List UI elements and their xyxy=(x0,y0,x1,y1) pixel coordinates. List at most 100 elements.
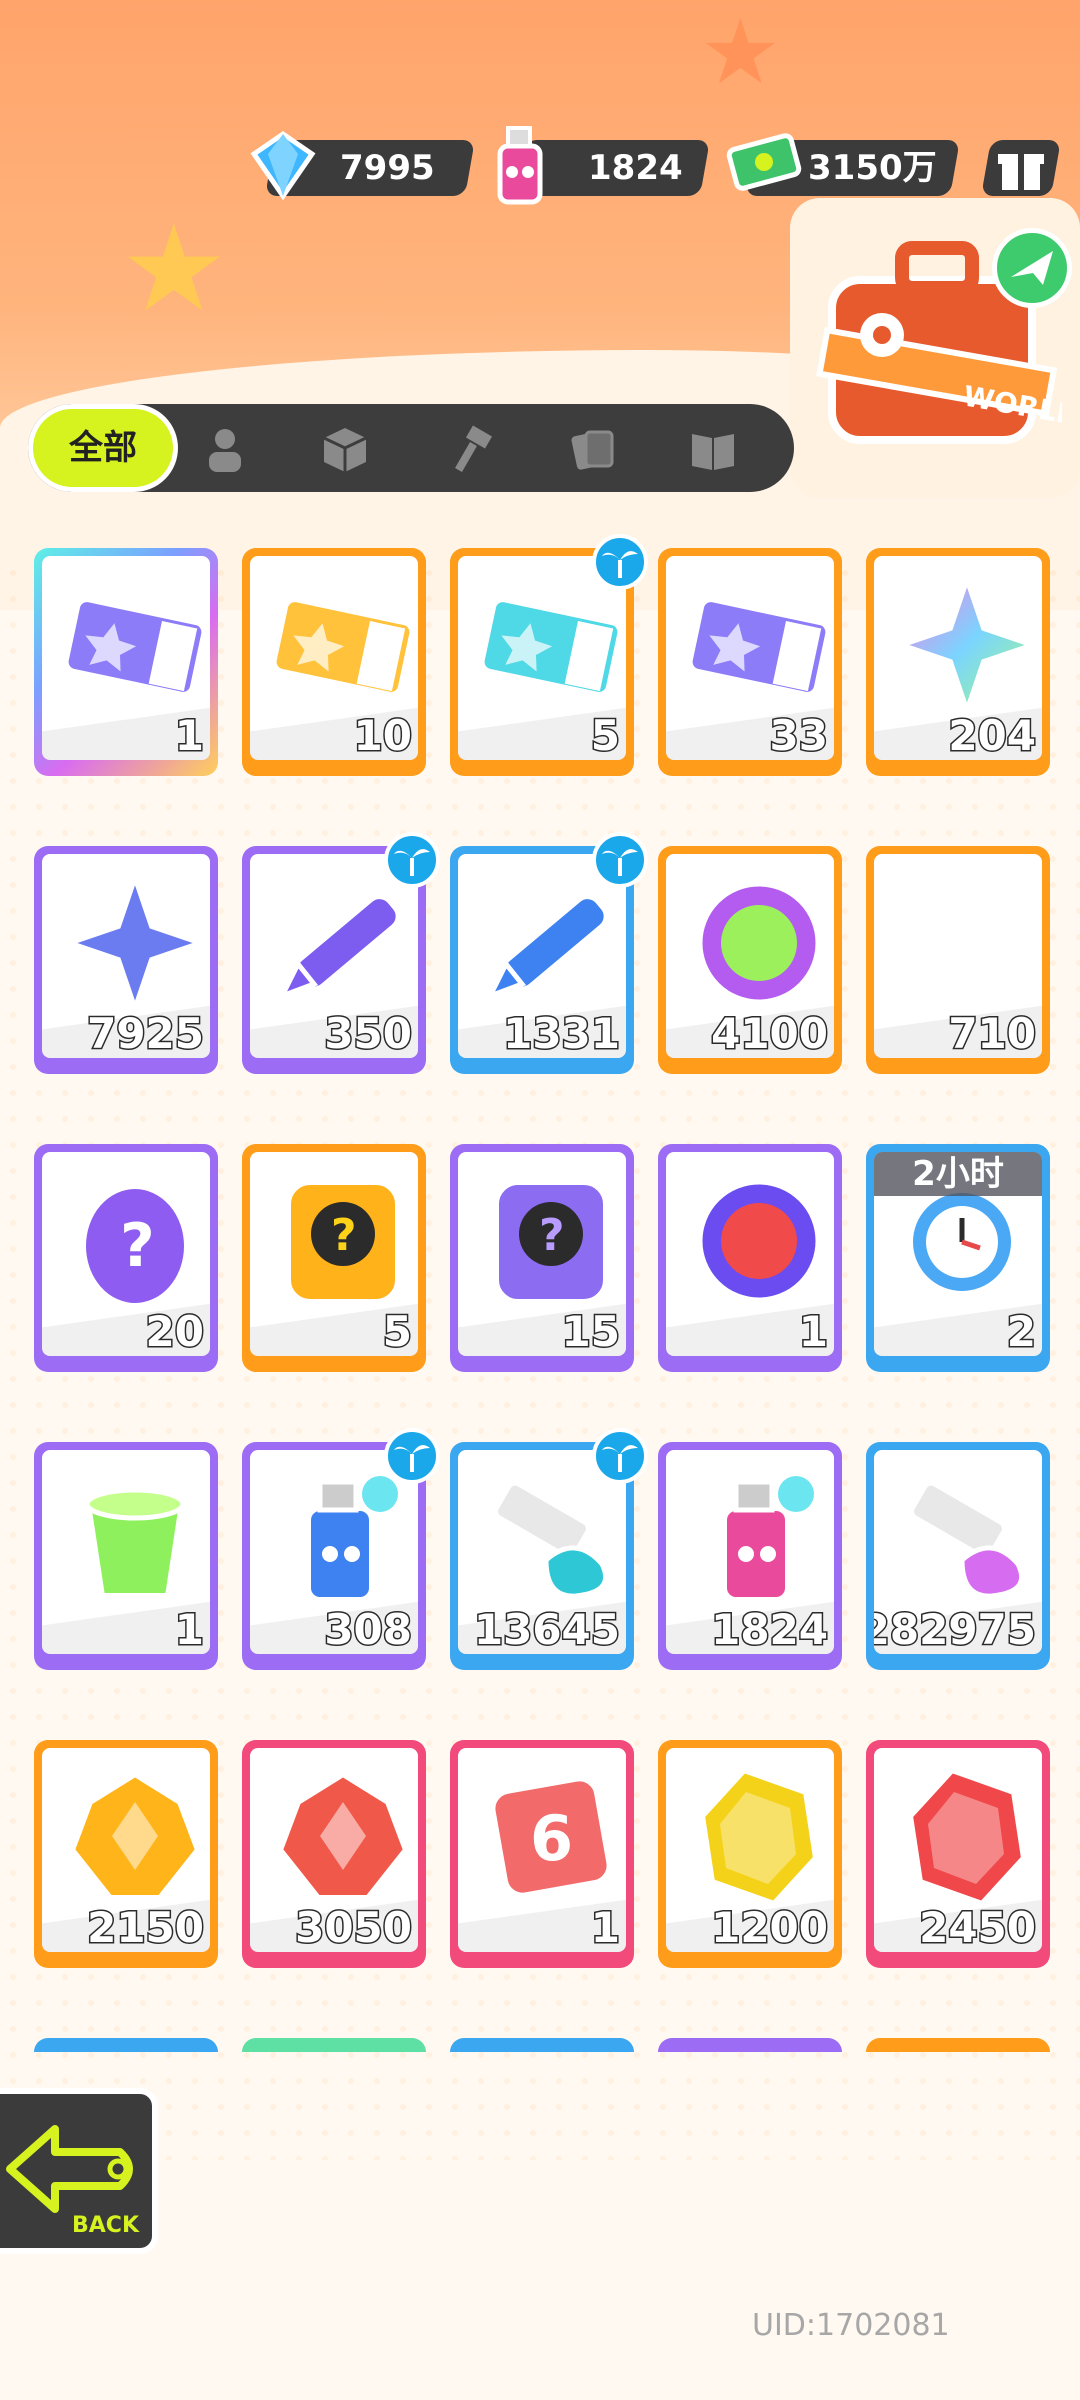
item-card-inner: 13645 xyxy=(458,1450,626,1654)
airplane-icon xyxy=(992,228,1072,308)
back-button[interactable]: BACK xyxy=(0,2088,158,2254)
item-card-inner: 282975 xyxy=(874,1450,1042,1654)
item-card-yellow-gem[interactable]: 1200 xyxy=(658,1740,842,1968)
spray-can-icon xyxy=(497,126,543,205)
svg-text:6: 6 xyxy=(530,1802,573,1875)
item-count: 5 xyxy=(381,1306,413,1357)
item-card-inner: 33 xyxy=(666,556,834,760)
item-card-ticket-gold-star[interactable]: 10 xyxy=(242,548,426,776)
item-card-inner: 3050 xyxy=(250,1748,418,1952)
item-count: 710 xyxy=(947,1008,1038,1059)
item-card-inner: 4100 xyxy=(666,854,834,1058)
item-card-partial[interactable] xyxy=(450,2038,634,2052)
decor-star-icon: ★ xyxy=(700,0,781,105)
book-icon[interactable] xyxy=(688,424,738,474)
item-card-deity-card-gold[interactable]: ? 5 xyxy=(242,1144,426,1372)
item-card-purple-crayon[interactable]: 350 xyxy=(242,832,440,1074)
svg-text:?: ? xyxy=(539,1210,565,1261)
item-count: 20 xyxy=(144,1306,205,1357)
item-count: 282975 xyxy=(874,1604,1038,1655)
item-count: 204 xyxy=(947,710,1038,761)
item-count: 15 xyxy=(560,1306,621,1357)
spray-can-pink-icon xyxy=(721,1476,814,1603)
palm-tree-badge-icon xyxy=(384,1428,440,1484)
box-icon[interactable] xyxy=(320,424,370,474)
item-count: 33 xyxy=(768,710,829,761)
person-icon[interactable] xyxy=(200,424,250,474)
tab-all[interactable]: 全部 xyxy=(28,404,178,492)
item-card-red-die[interactable]: 61 xyxy=(450,1740,634,1968)
item-timer-label: 2小时 xyxy=(874,1152,1042,1196)
piranha-coin-icon xyxy=(695,1177,823,1305)
item-card-rainbow-star[interactable]: 204 xyxy=(866,548,1050,776)
paint-tube-blue-icon xyxy=(492,1479,609,1599)
spray-can-blue-icon xyxy=(305,1476,398,1603)
item-card-partial[interactable] xyxy=(658,2038,842,2052)
item-card-blue-crayon[interactable]: 1331 xyxy=(450,832,648,1074)
currency-spray-value: 1824 xyxy=(588,148,683,188)
item-card-paint-tube-blue[interactable]: 13645 xyxy=(450,1428,648,1670)
item-card-paint-tube-rainbow[interactable]: 282975 xyxy=(866,1442,1050,1670)
hammer-icon[interactable] xyxy=(448,424,498,474)
item-card-inner: 2小时 2 xyxy=(874,1152,1042,1356)
item-card-partial[interactable] xyxy=(866,2038,1050,2052)
svg-text:?: ? xyxy=(331,1210,357,1261)
card-icon[interactable] xyxy=(568,424,618,474)
item-card-inner: 204 xyxy=(874,556,1042,760)
item-count: 2 xyxy=(1005,1306,1037,1357)
item-card-partial[interactable] xyxy=(242,2038,426,2052)
item-card-deity-card-purple[interactable]: ? 15 xyxy=(450,1144,634,1372)
purple-crayon-icon xyxy=(276,893,402,1001)
item-count: 1331 xyxy=(502,1008,622,1059)
user-id: UID:1702081 xyxy=(752,2308,950,2343)
item-card-open-jelly-cup[interactable]: 1 xyxy=(34,1442,218,1670)
gift-icon[interactable] xyxy=(992,140,1050,196)
deity-card-gold-icon: ? xyxy=(285,1179,401,1305)
item-card-blue-star[interactable]: 7925 xyxy=(34,846,218,1074)
item-count: 2150 xyxy=(86,1902,206,1953)
item-count: 7925 xyxy=(86,1008,206,1059)
item-card-mystery-egg[interactable]: ? 20 xyxy=(34,1144,218,1372)
item-card-spray-can-blue[interactable]: 308 xyxy=(242,1428,440,1670)
item-card-ticket-purple-star[interactable]: 33 xyxy=(658,548,842,776)
item-count: 350 xyxy=(323,1008,414,1059)
palm-tree-badge-icon xyxy=(592,1428,648,1484)
item-card-red-gem[interactable]: 2450 xyxy=(866,1740,1050,1968)
ticket-purple-crown-icon xyxy=(62,596,208,698)
item-count: 13645 xyxy=(472,1604,621,1655)
item-card-ticket-purple-crown[interactable]: 1 xyxy=(34,548,218,776)
item-count: 1 xyxy=(173,710,205,761)
back-arrow-icon: BACK xyxy=(6,2125,140,2238)
ticket-purple-star-icon xyxy=(686,596,832,698)
item-count: 3050 xyxy=(294,1902,414,1953)
item-card-season-ticket[interactable]: 710 xyxy=(866,846,1050,1074)
paint-tube-rainbow-icon xyxy=(908,1479,1025,1599)
item-count: 5 xyxy=(589,710,621,761)
item-card-inner: 350 xyxy=(250,854,418,1058)
red-crystal-icon xyxy=(276,1770,410,1901)
palm-tree-badge-icon xyxy=(592,832,648,888)
item-card-inner: 1200 xyxy=(666,1748,834,1952)
item-card-ticket-wave-up[interactable]: 5 xyxy=(450,534,648,776)
item-card-inner: ? 5 xyxy=(250,1152,418,1356)
deity-card-purple-icon: ? xyxy=(493,1179,609,1305)
item-count: 2450 xyxy=(918,1902,1038,1953)
currency-diamond-value: 7995 xyxy=(340,148,435,188)
item-card-piranha-coin[interactable]: 1 xyxy=(658,1144,842,1372)
item-card-spray-can-pink[interactable]: 1824 xyxy=(658,1442,842,1670)
item-card-red-crystal[interactable]: 3050 xyxy=(242,1740,426,1968)
item-card-inner: 710 xyxy=(874,854,1042,1058)
item-card-inner: 308 xyxy=(250,1450,418,1654)
item-card-partial[interactable] xyxy=(34,2038,218,2052)
item-card-inner: 1 xyxy=(42,1450,210,1654)
item-card-yellow-crystal[interactable]: 2150 xyxy=(34,1740,218,1968)
item-count: 1824 xyxy=(710,1604,830,1655)
item-card-inner: 61 xyxy=(458,1748,626,1952)
item-card-inner: 2150 xyxy=(42,1748,210,1952)
item-card-alarm-clock[interactable]: 2小时 2 xyxy=(866,1144,1050,1372)
ticket-gold-star-icon xyxy=(270,596,416,698)
cool-token-icon xyxy=(695,879,823,1007)
blue-crayon-icon xyxy=(484,893,610,1001)
item-card-cool-token[interactable]: 4100 xyxy=(658,846,842,1074)
item-card-inner: 5 xyxy=(458,556,626,760)
